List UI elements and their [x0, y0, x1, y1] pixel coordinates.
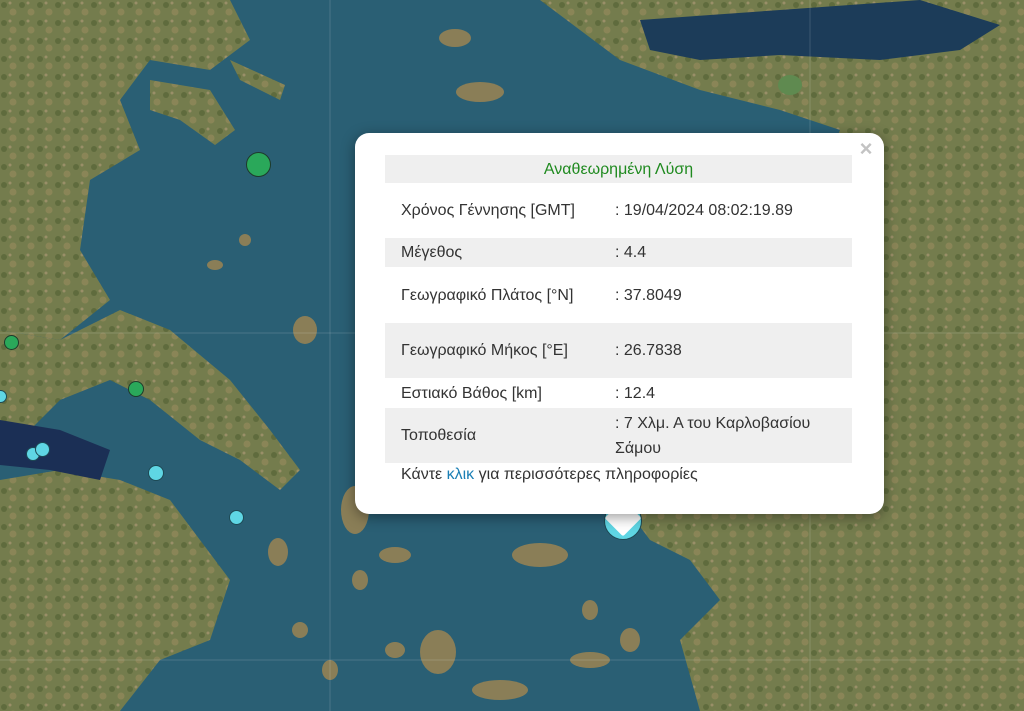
island [385, 642, 405, 658]
magnitude-label: Μέγεθος [385, 238, 599, 267]
earthquake-marker[interactable] [229, 510, 244, 525]
island [439, 29, 471, 47]
magnitude-value: : 4.4 [599, 238, 852, 267]
footer-prefix: Κάντε [401, 466, 447, 483]
earthquake-popup: × Αναθεωρημένη Λύση Χρόνος Γέννησης [GMT… [355, 133, 884, 514]
map-canvas[interactable]: × Αναθεωρημένη Λύση Χρόνος Γέννησης [GMT… [0, 0, 1024, 711]
popup-title: Αναθεωρημένη Λύση [385, 155, 852, 183]
location-label: Τοποθεσία [385, 408, 599, 463]
island [456, 82, 504, 102]
longitude-label: Γεωγραφικό Μήκος [°E] [385, 323, 599, 378]
island [292, 622, 308, 638]
popup-footer: Κάντε κλικ για περισσότερες πληροφορίες [401, 466, 698, 484]
island [352, 570, 368, 590]
footer-suffix: για περισσότερες πληροφορίες [474, 466, 698, 483]
earthquake-details-table: Αναθεωρημένη Λύση Χρόνος Γέννησης [GMT] … [385, 155, 852, 463]
latitude-label: Γεωγραφικό Πλάτος [°N] [401, 286, 574, 304]
island [620, 628, 640, 652]
longitude-value: : 26.7838 [599, 323, 852, 378]
island [293, 316, 317, 344]
island [239, 234, 251, 246]
island [472, 680, 528, 700]
earthquake-marker[interactable] [4, 335, 19, 350]
depth-label: Εστιακό Βάθος [km] [401, 384, 542, 402]
latitude-value: : 37.8049 [615, 286, 682, 304]
island [582, 600, 598, 620]
origin-time-value: : 19/04/2024 08:02:19.89 [615, 202, 793, 219]
island [268, 538, 288, 566]
island [207, 260, 223, 270]
island [420, 630, 456, 674]
earthquake-marker[interactable] [35, 442, 50, 457]
earthquake-marker[interactable] [246, 152, 271, 177]
more-info-link[interactable]: κλικ [447, 466, 475, 483]
earthquake-marker[interactable] [128, 381, 144, 397]
island [512, 543, 568, 567]
depth-value: : 12.4 [615, 384, 656, 402]
island [379, 547, 411, 563]
location-value: : 7 Χλμ. Α του Καρλοβασίου Σάμου [599, 408, 852, 463]
earthquake-marker[interactable] [148, 465, 164, 481]
lake [778, 75, 802, 95]
close-icon[interactable]: × [856, 138, 876, 160]
origin-time-label: Χρόνος Γέννησης [GMT] [401, 202, 575, 219]
